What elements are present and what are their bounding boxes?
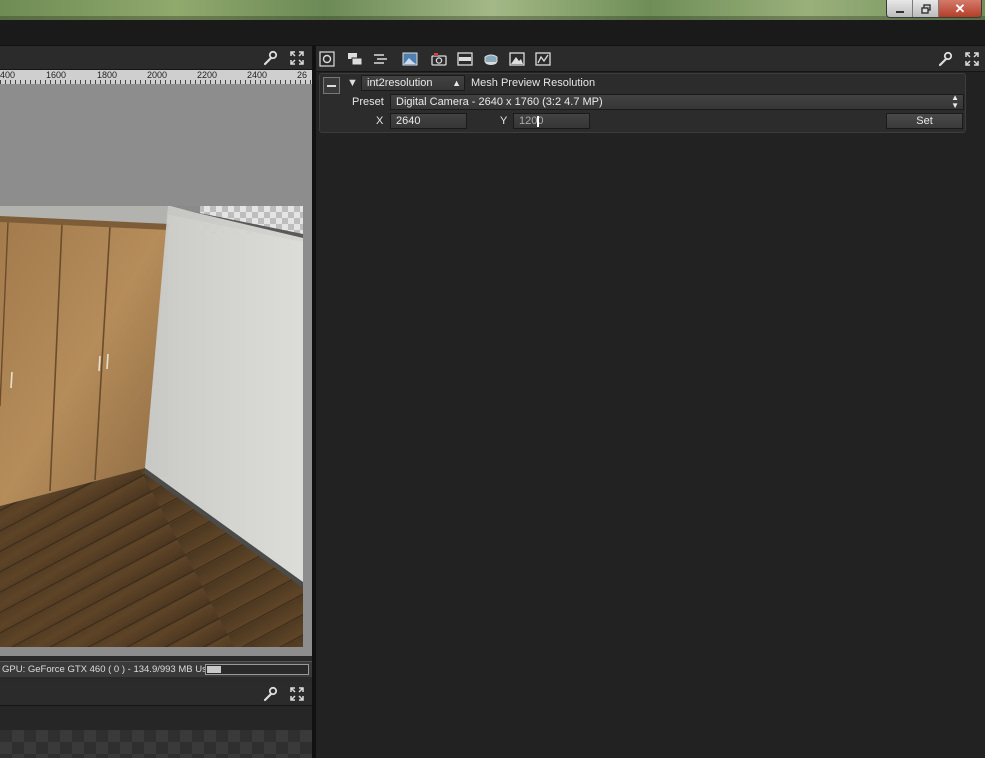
viewport-header	[0, 46, 312, 70]
list-icon[interactable]	[372, 51, 388, 67]
menu-bar	[0, 20, 985, 46]
wrench-icon[interactable]	[262, 686, 278, 702]
inspector-toolbar	[316, 46, 985, 72]
bottom-panel-header	[0, 682, 312, 706]
text-cursor	[537, 115, 540, 127]
window-title-strip: ✕	[0, 0, 985, 20]
y-input[interactable]: 1200	[513, 113, 590, 129]
film-icon[interactable]	[457, 51, 473, 67]
x-value: 2640	[396, 115, 421, 127]
wrench-icon[interactable]	[937, 51, 953, 67]
ruler-tick: 2400	[247, 70, 268, 80]
node-type-select[interactable]: int2resolution ▲	[361, 75, 465, 91]
landscape-image-icon[interactable]	[509, 51, 525, 67]
node-type-value: int2resolution	[367, 77, 433, 89]
maximize-icon[interactable]	[289, 50, 305, 66]
render-camera-icon[interactable]	[431, 51, 447, 67]
camera-snapshot-icon[interactable]	[319, 51, 335, 67]
render-viewport-panel: 400 1600 1800 2000 2200 2400 26 GPU: GeF…	[0, 46, 312, 682]
window-controls: ✕	[886, 0, 982, 18]
ruler-tick: 2200	[197, 70, 218, 80]
node-parameters: ▼ int2resolution ▲ Mesh Preview Resoluti…	[319, 73, 966, 133]
ruler-tick: 2000	[147, 70, 168, 80]
image-icon[interactable]	[402, 51, 418, 67]
expand-arrow-icon[interactable]: ▼	[347, 77, 358, 89]
close-icon[interactable]: ✕	[939, 0, 981, 17]
x-label: X	[376, 115, 384, 127]
minimize-icon[interactable]	[887, 0, 913, 17]
ruler-tick: 1600	[46, 70, 67, 80]
x-input[interactable]: 2640	[390, 113, 467, 129]
preset-value: Digital Camera - 2640 x 1760 (3:2 4.7 MP…	[396, 96, 603, 108]
gpu-memory-meter	[205, 664, 309, 675]
transparency-checkerboard	[0, 730, 312, 758]
maximize-icon[interactable]	[289, 686, 305, 702]
histogram-icon[interactable]	[535, 51, 551, 67]
node-inspector-panel: ▼ int2resolution ▲ Mesh Preview Resoluti…	[316, 46, 985, 758]
gpu-status-bar: GPU: GeForce GTX 460 ( 0 ) - 134.9/993 M…	[0, 661, 312, 677]
node-collapse-toggle[interactable]	[323, 77, 340, 94]
preset-dropdown[interactable]: Digital Camera - 2640 x 1760 (3:2 4.7 MP…	[390, 94, 964, 110]
horizontal-ruler: 400 1600 1800 2000 2200 2400 26	[0, 70, 312, 84]
y-value: 1200	[519, 115, 544, 127]
set-button[interactable]: Set	[886, 113, 963, 129]
wrench-icon[interactable]	[262, 50, 278, 66]
node-title: Mesh Preview Resolution	[471, 77, 596, 89]
y-label: Y	[500, 115, 508, 127]
rendered-room-image	[0, 206, 303, 647]
spinner-arrows-icon: ▲	[452, 78, 461, 88]
restore-icon[interactable]	[913, 0, 939, 17]
preset-label: Preset	[352, 96, 384, 108]
maximize-icon[interactable]	[964, 51, 980, 67]
environment-icon[interactable]	[483, 51, 499, 67]
ruler-tick: 1800	[97, 70, 118, 80]
bottom-panel	[0, 682, 312, 758]
gpu-status-text: GPU: GeForce GTX 460 ( 0 ) - 134.9/993 M…	[2, 664, 218, 675]
stack-icon[interactable]	[347, 51, 363, 67]
dropdown-arrows-icon: ▲ ▼	[951, 93, 959, 110]
ruler-tick: 26	[297, 70, 308, 80]
gpu-memory-fill	[207, 666, 221, 673]
ruler-tick: 400	[0, 70, 16, 80]
